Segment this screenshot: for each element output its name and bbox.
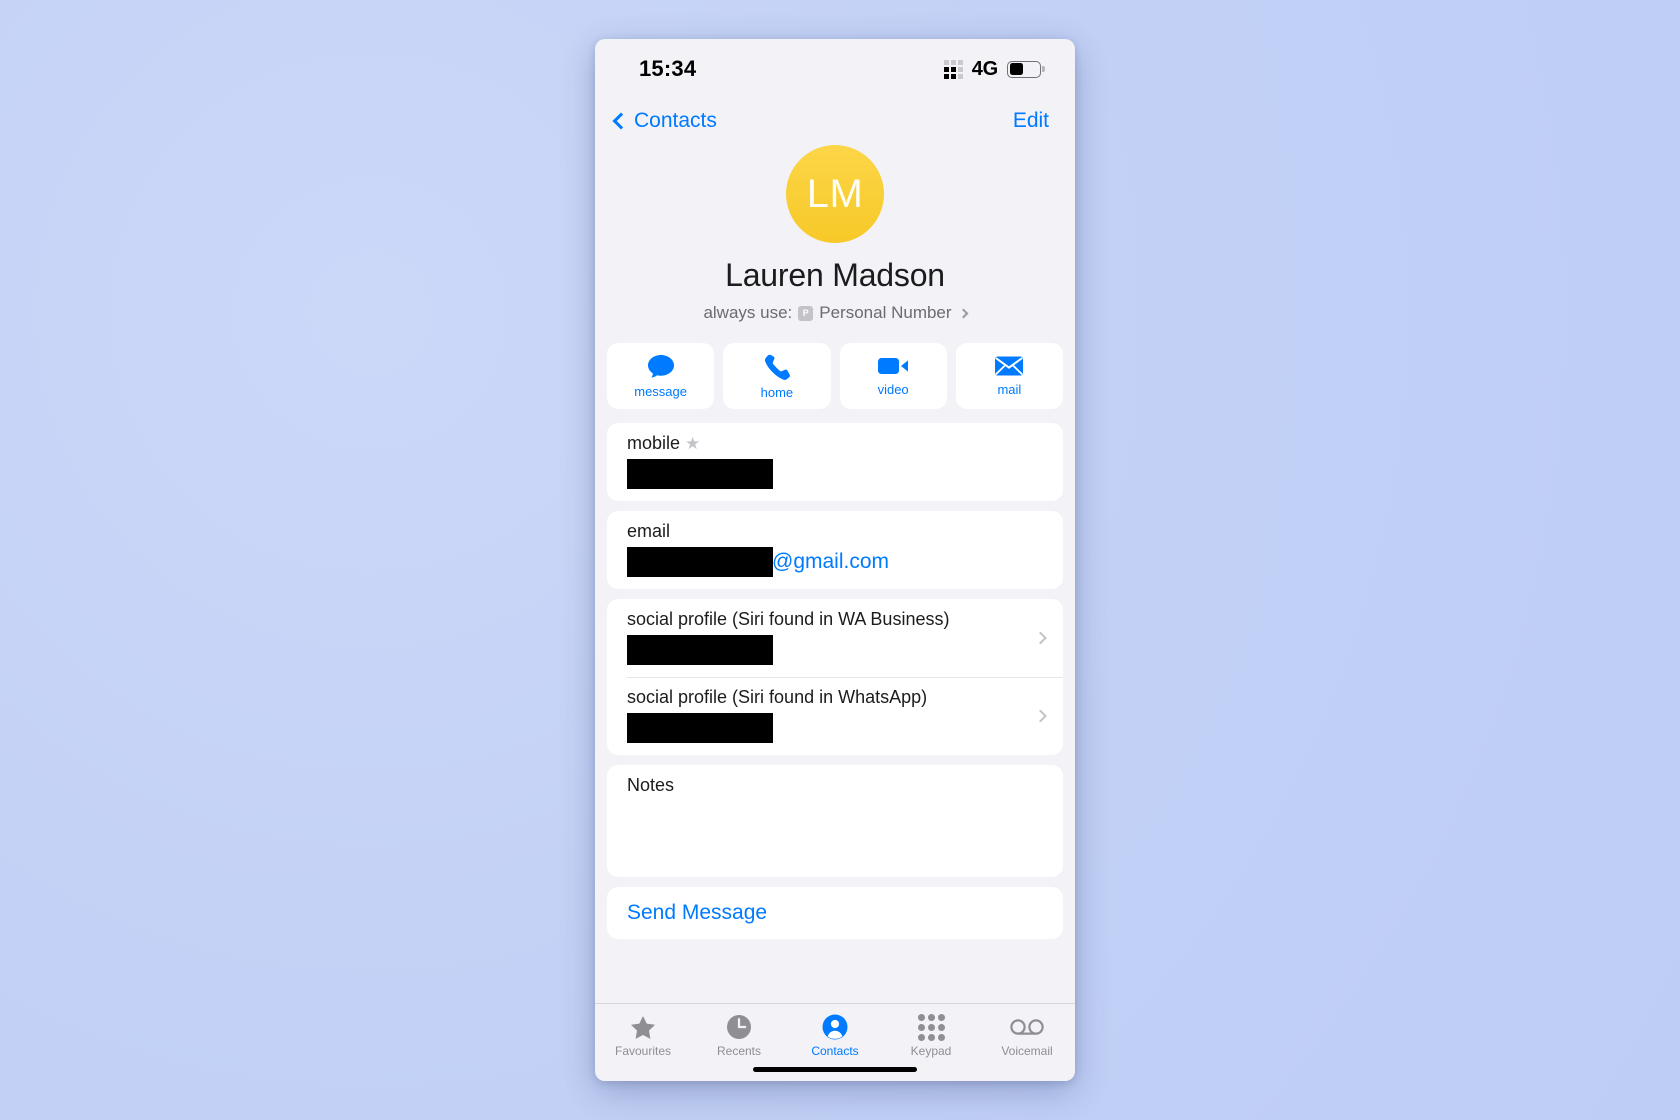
- contact-name: Lauren Madson: [725, 257, 945, 293]
- star-icon: [630, 1013, 656, 1041]
- field-row-email[interactable]: email @gmail.com: [607, 511, 1063, 589]
- voicemail-icon: [1010, 1013, 1044, 1041]
- status-bar: 15:34 4G: [595, 39, 1075, 99]
- notes-label: Notes: [627, 775, 675, 795]
- message-bubble-icon: [646, 353, 676, 379]
- always-use-row[interactable]: always use: P Personal Number: [703, 303, 968, 323]
- star-icon: ★: [685, 434, 701, 453]
- keypad-dots-icon: [917, 1013, 945, 1041]
- phone-screen: 15:34 4G Contacts Edit LM Lauren Madson: [595, 39, 1075, 1081]
- clock-icon: [726, 1013, 752, 1041]
- field-row-notes[interactable]: Notes: [607, 765, 1063, 877]
- field-label: social profile (Siri found in WhatsApp): [627, 687, 928, 707]
- field-label: email: [627, 521, 671, 541]
- field-label-wrap: email: [627, 521, 1047, 542]
- sim-badge-icon: P: [798, 305, 814, 321]
- action-video-label: video: [877, 382, 909, 397]
- contact-header: LM Lauren Madson always use: P Personal …: [595, 143, 1075, 337]
- action-links-group: Send Message: [607, 887, 1063, 939]
- send-message-button[interactable]: Send Message: [607, 887, 1063, 939]
- contact-detail-scroll[interactable]: LM Lauren Madson always use: P Personal …: [595, 143, 1075, 1003]
- redacted-social-value: [627, 713, 773, 743]
- action-home-label: home: [760, 384, 794, 400]
- always-use-prefix: always use:: [703, 303, 793, 322]
- chevron-right-icon: [958, 308, 968, 318]
- tab-keypad[interactable]: Keypad: [883, 1013, 979, 1058]
- tab-voicemail[interactable]: Voicemail: [979, 1013, 1075, 1058]
- video-camera-icon: [877, 355, 909, 377]
- field-row-social-whatsapp[interactable]: social profile (Siri found in WhatsApp): [607, 677, 1063, 755]
- tab-label: Contacts: [811, 1044, 859, 1058]
- tab-label: Keypad: [910, 1044, 952, 1058]
- action-video-button[interactable]: video: [839, 343, 947, 409]
- edit-button[interactable]: Edit: [1013, 109, 1049, 133]
- chevron-right-icon: [1034, 709, 1047, 723]
- back-button-label: Contacts: [634, 109, 717, 132]
- tab-label: Recents: [716, 1044, 762, 1058]
- action-message-label: message: [634, 384, 687, 399]
- avatar[interactable]: LM: [786, 145, 884, 243]
- navigation-bar: Contacts Edit: [595, 99, 1075, 143]
- field-row-mobile[interactable]: mobile ★: [607, 423, 1063, 501]
- redacted-email-user: [627, 547, 773, 577]
- signal-dots-icon: [943, 59, 963, 79]
- tab-contacts[interactable]: Contacts: [787, 1013, 883, 1058]
- redacted-social-value: [627, 635, 773, 665]
- status-indicators: 4G: [943, 57, 1041, 81]
- action-home-call-button[interactable]: home: [723, 343, 831, 409]
- redacted-phone-value: [627, 459, 773, 489]
- field-label: mobile: [627, 433, 681, 453]
- status-time: 15:34: [639, 56, 697, 81]
- field-label-wrap: mobile ★: [627, 433, 1047, 454]
- action-message-button[interactable]: message: [607, 343, 715, 409]
- battery-icon: [1007, 60, 1041, 78]
- phone-icon: [763, 353, 791, 380]
- phone-field-group: mobile ★: [607, 423, 1063, 501]
- field-label: social profile (Siri found in WA Busines…: [627, 609, 950, 629]
- person-circle-icon: [822, 1013, 848, 1041]
- tab-favourites[interactable]: Favourites: [595, 1013, 691, 1058]
- tab-label: Favourites: [614, 1044, 672, 1058]
- action-mail-label: mail: [997, 382, 1022, 397]
- field-row-social-wa-business[interactable]: social profile (Siri found in WA Busines…: [607, 599, 1063, 677]
- email-value-line: @gmail.com: [627, 547, 1047, 577]
- back-button[interactable]: Contacts: [612, 109, 717, 133]
- field-label-wrap: social profile (Siri found in WhatsApp): [627, 687, 1019, 708]
- quick-actions: message home video mail: [595, 337, 1075, 423]
- chevron-left-icon: [612, 112, 630, 130]
- social-profile-group: social profile (Siri found in WA Busines…: [607, 599, 1063, 755]
- email-domain: @gmail.com: [772, 550, 890, 573]
- email-field-group: email @gmail.com: [607, 511, 1063, 589]
- tab-recents[interactable]: Recents: [691, 1013, 787, 1058]
- always-use-value: Personal Number: [819, 303, 952, 322]
- tab-label: Voicemail: [1001, 1044, 1053, 1058]
- action-mail-button[interactable]: mail: [955, 343, 1063, 409]
- chevron-right-icon: [1034, 631, 1047, 645]
- notes-group: Notes: [607, 765, 1063, 877]
- home-indicator[interactable]: [753, 1067, 917, 1072]
- network-type-label: 4G: [971, 57, 998, 80]
- envelope-icon: [994, 355, 1024, 377]
- field-label-wrap: Notes: [627, 775, 1047, 796]
- field-label-wrap: social profile (Siri found in WA Busines…: [627, 609, 1019, 630]
